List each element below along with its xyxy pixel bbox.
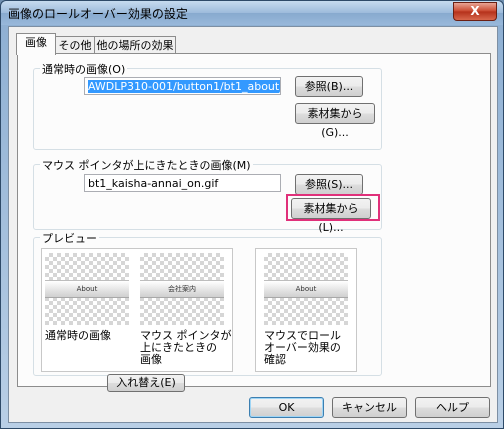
hover-browse-button[interactable]: 参照(S)... <box>295 174 363 195</box>
swap-button[interactable]: 入れ替え(E) <box>107 374 185 392</box>
normal-preview-image: About <box>45 253 129 325</box>
ok-button[interactable]: OK <box>249 397 324 418</box>
window-title: 画像のロールオーバー効果の設定 <box>8 7 188 21</box>
normal-image-field[interactable]: AWDLP310-001/button1/bt1_about_off.gif <box>84 77 281 95</box>
normal-preview-button: About <box>45 280 129 298</box>
hover-preview-image: 会社案内 <box>140 253 224 325</box>
close-button[interactable]: X <box>453 2 497 21</box>
normal-browse-button[interactable]: 参照(B)... <box>295 76 363 97</box>
rollover-caption-line: 確認 <box>264 353 286 366</box>
normal-library-button[interactable]: 素材集から(G)... <box>295 103 375 139</box>
tab-other[interactable]: その他 <box>54 36 96 54</box>
tab-other-location-effects[interactable]: 他の場所の効果 <box>94 36 176 54</box>
preview-group: プレビュー About 会社案内 通常時の画像 マウス ポインタが 上にきたとき… <box>33 230 382 392</box>
hover-library-button[interactable]: 素材集から(L)... <box>291 198 371 234</box>
rollover-check-panel: About マウスでロール オーバー効果の 確認 <box>255 248 357 372</box>
hover-image-group: マウス ポインタが上にきたときの画像(M) bt1_kaisha-annai_o… <box>33 157 382 234</box>
tab-panel: 通常時の画像(O) AWDLP310-001/button1/bt1_about… <box>17 53 491 392</box>
dialog-window: 画像のロールオーバー効果の設定 X 画像 その他 他の場所の効果 通常時の画像(… <box>0 0 504 429</box>
rollover-check-caption: マウスでロール オーバー効果の 確認 <box>264 330 341 366</box>
normal-image-group: 通常時の画像(O) AWDLP310-001/button1/bt1_about… <box>33 61 382 150</box>
normal-preview-caption: 通常時の画像 <box>45 329 111 342</box>
hover-caption-line: 画像 <box>140 353 162 366</box>
preview-label: プレビュー <box>40 230 99 246</box>
hover-image-value: bt1_kaisha-annai_on.gif <box>88 177 219 190</box>
preview-panel: About 会社案内 通常時の画像 マウス ポインタが 上にきたときの 画像 <box>41 248 233 372</box>
normal-image-label: 通常時の画像(O) <box>40 61 128 77</box>
close-icon: X <box>470 4 480 18</box>
dialog-client: 画像 その他 他の場所の効果 通常時の画像(O) AWDLP310-001/bu… <box>8 26 498 423</box>
cancel-button[interactable]: キャンセル <box>332 397 407 418</box>
rollover-check-image[interactable]: About <box>264 253 348 325</box>
hover-preview-caption: マウス ポインタが 上にきたときの 画像 <box>140 330 232 366</box>
rollover-check-button: About <box>264 280 348 298</box>
title-bar[interactable]: 画像のロールオーバー効果の設定 X <box>1 1 503 25</box>
hover-preview-button: 会社案内 <box>140 280 224 298</box>
help-button[interactable]: ヘルプ <box>415 397 490 418</box>
hover-image-field[interactable]: bt1_kaisha-annai_on.gif <box>84 174 281 192</box>
tab-image[interactable]: 画像 <box>16 33 56 55</box>
normal-image-value: AWDLP310-001/button1/bt1_about_off.gif <box>88 80 280 93</box>
hover-image-label: マウス ポインタが上にきたときの画像(M) <box>40 157 253 173</box>
